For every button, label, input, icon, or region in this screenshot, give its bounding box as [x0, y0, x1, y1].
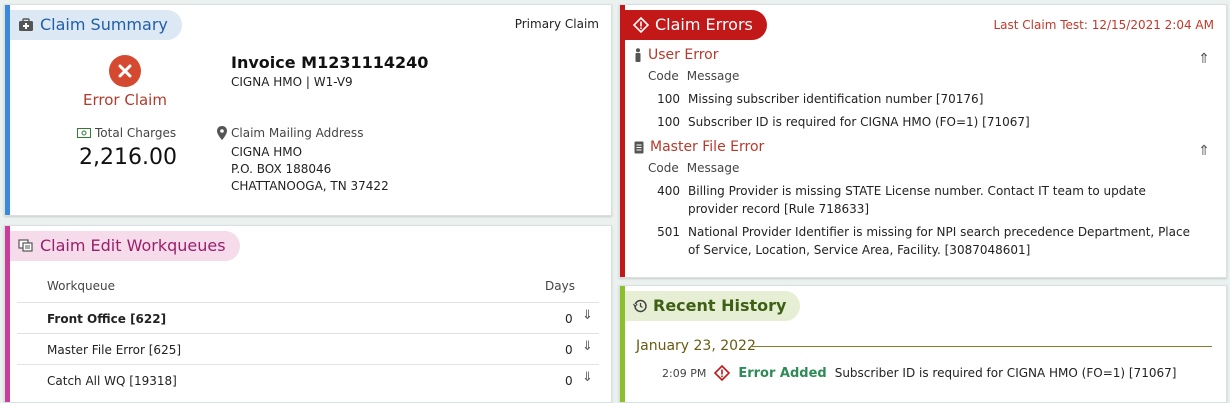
- history-entry: 2:09 PM Error Added Subscriber ID is req…: [662, 365, 1176, 381]
- recent-history-header[interactable]: Recent History: [625, 291, 801, 321]
- error-message: Billing Provider is missing STATE Licens…: [688, 184, 1146, 216]
- copy-stack-icon: [18, 239, 33, 252]
- errors-accent-bar: [620, 5, 625, 277]
- master-file-error-title: Master File Error: [650, 139, 765, 155]
- error-row: 400 Billing Provider is missing STATE Lic…: [648, 182, 1208, 218]
- expand-chevron-icon[interactable]: ⇓: [582, 339, 593, 354]
- address-line: CHATTANOOGA, TN 37422: [231, 179, 389, 193]
- code-column-header: Code: [648, 69, 679, 83]
- workqueue-days: 0: [565, 343, 573, 357]
- master-file-error-section-title[interactable]: Master File Error: [634, 139, 764, 155]
- workqueue-name[interactable]: Catch All WQ [19318]: [47, 374, 177, 388]
- total-charges-text: Total Charges: [95, 126, 177, 140]
- workqueues-title: Claim Edit Workqueues: [40, 236, 226, 255]
- days-column-header[interactable]: Days: [545, 279, 575, 293]
- history-date: January 23, 2022: [636, 338, 756, 354]
- error-row: 501 National Provider Identifier is missi…: [648, 223, 1208, 259]
- invoice-number: Invoice M1231114240: [231, 53, 429, 72]
- claim-type-label: Primary Claim: [514, 17, 599, 31]
- table-row[interactable]: Front Office [622] 0 ⇓: [17, 302, 599, 333]
- map-pin-icon: [217, 126, 227, 140]
- error-x-icon: [109, 55, 141, 87]
- diamond-error-icon: [633, 17, 649, 33]
- mailing-address-label: Claim Mailing Address: [217, 126, 363, 140]
- error-code: 400: [657, 184, 680, 198]
- mailing-address: CIGNA HMO P.O. BOX 188046 CHATTANOOGA, T…: [231, 144, 389, 195]
- workqueue-name[interactable]: Front Office [622]: [47, 312, 166, 326]
- recent-history-card: Recent History January 23, 2022 2:09 PM …: [619, 285, 1227, 403]
- message-column-header: Message: [686, 69, 740, 83]
- claim-status-label: Error Claim: [83, 91, 167, 109]
- expand-chevron-icon[interactable]: ⇓: [582, 370, 593, 385]
- user-error-section-title[interactable]: User Error: [634, 47, 719, 63]
- error-message: Subscriber ID is required for CIGNA HMO …: [688, 115, 1030, 129]
- total-charges-value: 2,216.00: [79, 145, 177, 170]
- workqueue-name[interactable]: Master File Error [625]: [47, 343, 181, 357]
- address-line: CIGNA HMO: [231, 145, 303, 159]
- payer-plan-line: CIGNA HMO | W1-V9: [231, 75, 353, 89]
- error-message: Missing subscriber identification number…: [688, 92, 984, 106]
- collapse-chevron-icon[interactable]: ⇑: [1198, 143, 1210, 159]
- history-action: Error Added: [738, 365, 827, 381]
- date-divider: [752, 346, 1212, 347]
- workqueue-column-header[interactable]: Workqueue: [47, 279, 115, 293]
- table-row[interactable]: Master File Error [625] 0 ⇓: [17, 333, 599, 364]
- error-row: 100 Subscriber ID is required for CIGNA H…: [648, 113, 1208, 131]
- expand-chevron-icon[interactable]: ⇓: [582, 308, 593, 323]
- message-column-header: Message: [686, 161, 740, 175]
- medical-bag-icon: [19, 18, 33, 31]
- workqueue-days: 0: [565, 374, 573, 388]
- recent-history-title: Recent History: [653, 296, 787, 315]
- error-column-headers: Code Message: [648, 69, 739, 83]
- claim-summary-title: Claim Summary: [40, 15, 168, 34]
- error-column-headers: Code Message: [648, 161, 739, 175]
- money-icon: [77, 128, 91, 138]
- error-row: 100 Missing subscriber identification num…: [648, 90, 1208, 108]
- claim-summary-card: Claim Summary Primary Claim Error Claim …: [4, 4, 612, 216]
- workqueues-header[interactable]: Claim Edit Workqueues: [10, 231, 240, 261]
- file-icon: [634, 141, 644, 153]
- mailing-address-text: Claim Mailing Address: [231, 126, 364, 140]
- claim-errors-header[interactable]: Claim Errors: [625, 10, 767, 40]
- error-code: 100: [657, 115, 680, 129]
- error-message: National Provider Identifier is missing …: [688, 225, 1190, 257]
- total-charges-label: Total Charges: [77, 126, 176, 140]
- claim-errors-card: Claim Errors Last Claim Test: 12/15/2021…: [619, 4, 1227, 278]
- claim-summary-header[interactable]: Claim Summary: [10, 10, 182, 40]
- error-code: 100: [657, 92, 680, 106]
- person-icon: [635, 48, 641, 62]
- workqueue-days: 0: [565, 312, 573, 326]
- collapse-chevron-icon[interactable]: ⇑: [1198, 51, 1210, 67]
- workqueues-card: Claim Edit Workqueues Workqueue Days Fro…: [4, 225, 612, 403]
- history-time: 2:09 PM: [662, 366, 707, 380]
- claim-errors-title: Claim Errors: [655, 15, 753, 34]
- history-message: Subscriber ID is required for CIGNA HMO …: [834, 366, 1177, 380]
- history-clock-icon: [633, 299, 647, 313]
- workqueue-table: Front Office [622] 0 ⇓ Master File Error…: [17, 302, 599, 395]
- user-error-title: User Error: [648, 47, 719, 63]
- address-line: P.O. BOX 188046: [231, 162, 332, 176]
- diamond-error-icon: [714, 365, 731, 381]
- error-code: 501: [657, 225, 680, 239]
- last-claim-test: Last Claim Test: 12/15/2021 2:04 AM: [993, 18, 1214, 32]
- code-column-header: Code: [648, 161, 679, 175]
- table-row[interactable]: Catch All WQ [19318] 0 ⇓: [17, 364, 599, 395]
